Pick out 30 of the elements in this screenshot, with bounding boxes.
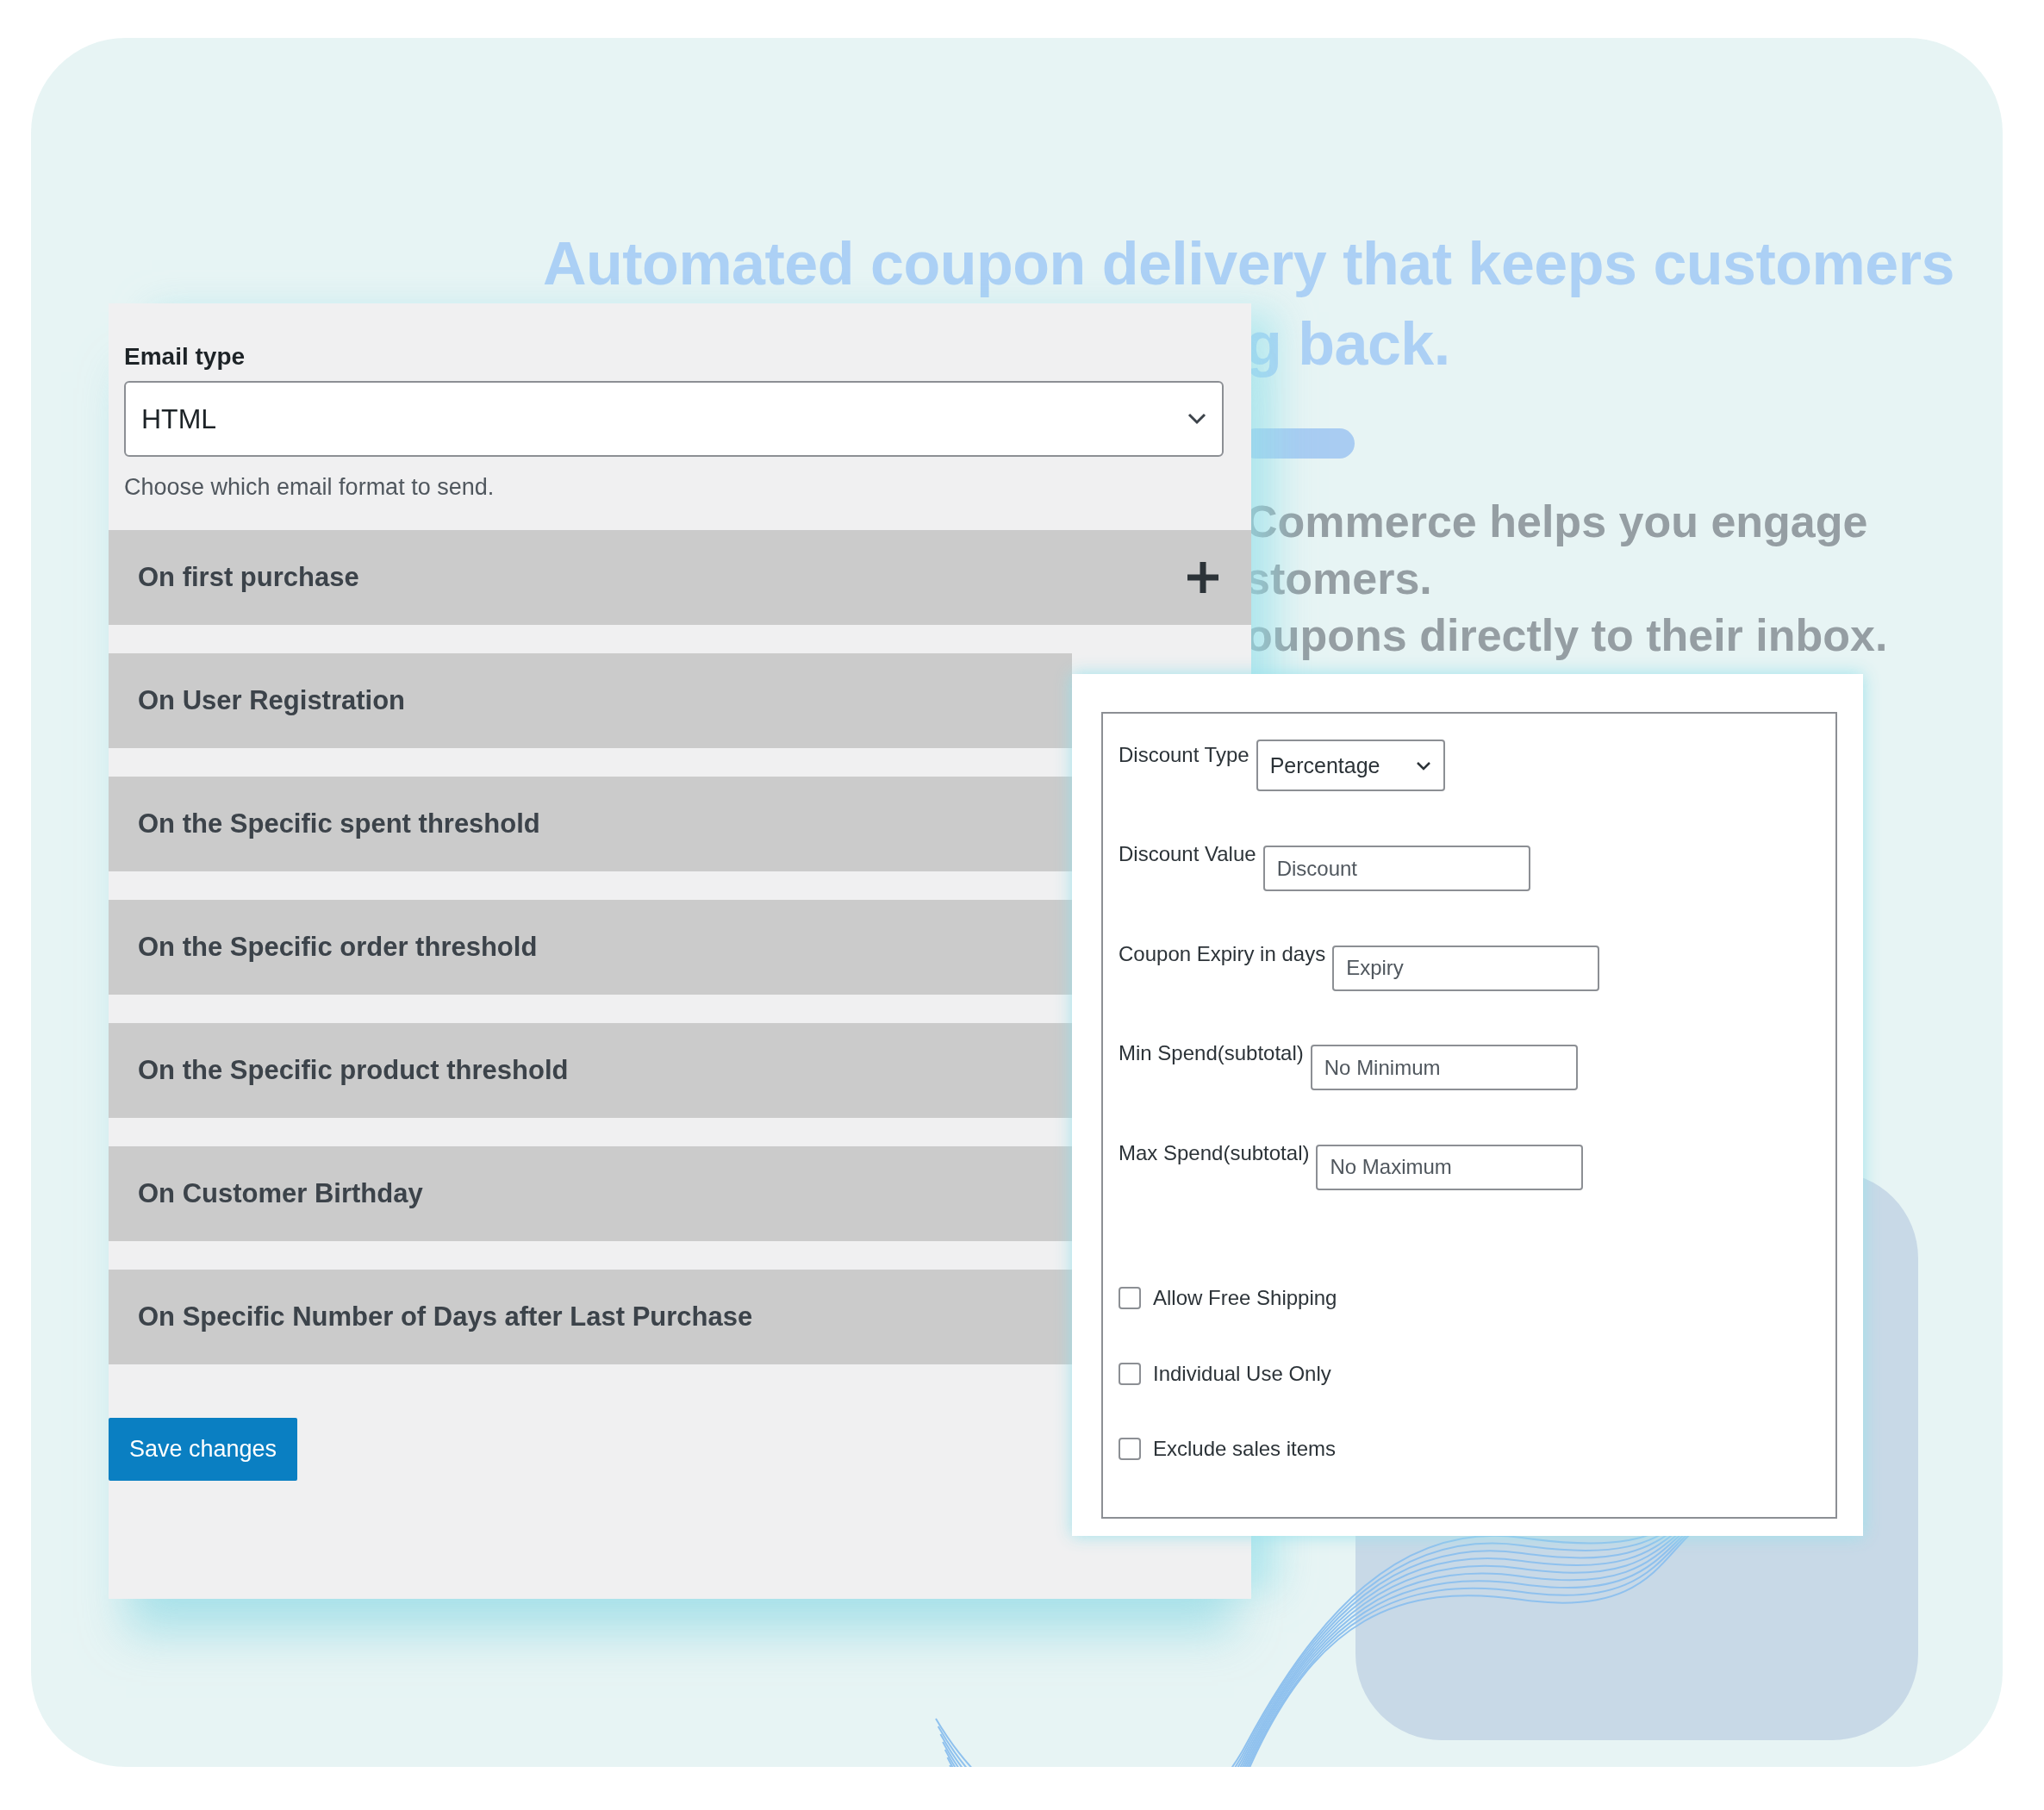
checkbox-label: Exclude sales items: [1153, 1437, 1337, 1462]
hint-text: Choose which email format to send.: [124, 474, 495, 501]
accordion-header[interactable]: On the Specific spent threshold: [109, 777, 1072, 871]
accordion-header[interactable]: On the Specific product threshold: [109, 1023, 1072, 1118]
accordion-header[interactable]: On first purchase: [109, 530, 1251, 625]
save-button[interactable]: Save changes: [109, 1418, 298, 1481]
input-field[interactable]: Expiry: [1332, 945, 1600, 991]
input-field[interactable]: No Maximum: [1316, 1144, 1584, 1190]
accordion-header[interactable]: On User Registration: [109, 653, 1072, 748]
checkbox[interactable]: [1119, 1438, 1141, 1461]
checkbox-label: Individual Use Only: [1153, 1361, 1331, 1386]
field-label: Min Spend(subtotal): [1119, 1041, 1304, 1066]
input-field[interactable]: Discount: [1262, 846, 1530, 892]
accordion-header[interactable]: On the Specific order threshold: [109, 900, 1072, 995]
accordion-header[interactable]: On Customer Birthday: [109, 1146, 1072, 1241]
checkbox[interactable]: [1119, 1362, 1141, 1385]
field-label: Discount Value: [1119, 842, 1256, 867]
field-label: Email type: [124, 343, 246, 371]
checkbox[interactable]: [1119, 1286, 1141, 1309]
field-label: Max Spend(subtotal): [1119, 1140, 1310, 1165]
input-field[interactable]: No Minimum: [1310, 1045, 1578, 1091]
dropdown-select[interactable]: Percentage: [1256, 740, 1445, 791]
checkbox-label: Allow Free Shipping: [1153, 1285, 1337, 1310]
chevron-down-icon: [1415, 760, 1431, 771]
email-type-select[interactable]: HTML: [124, 381, 1224, 457]
field-label: Coupon Expiry in days: [1119, 941, 1326, 966]
chevron-down-icon: [1187, 413, 1206, 425]
field-label: Discount Type: [1119, 743, 1249, 767]
plus-icon: [1186, 560, 1220, 595]
accordion-header[interactable]: On Specific Number of Days after Last Purchase: [109, 1270, 1072, 1364]
